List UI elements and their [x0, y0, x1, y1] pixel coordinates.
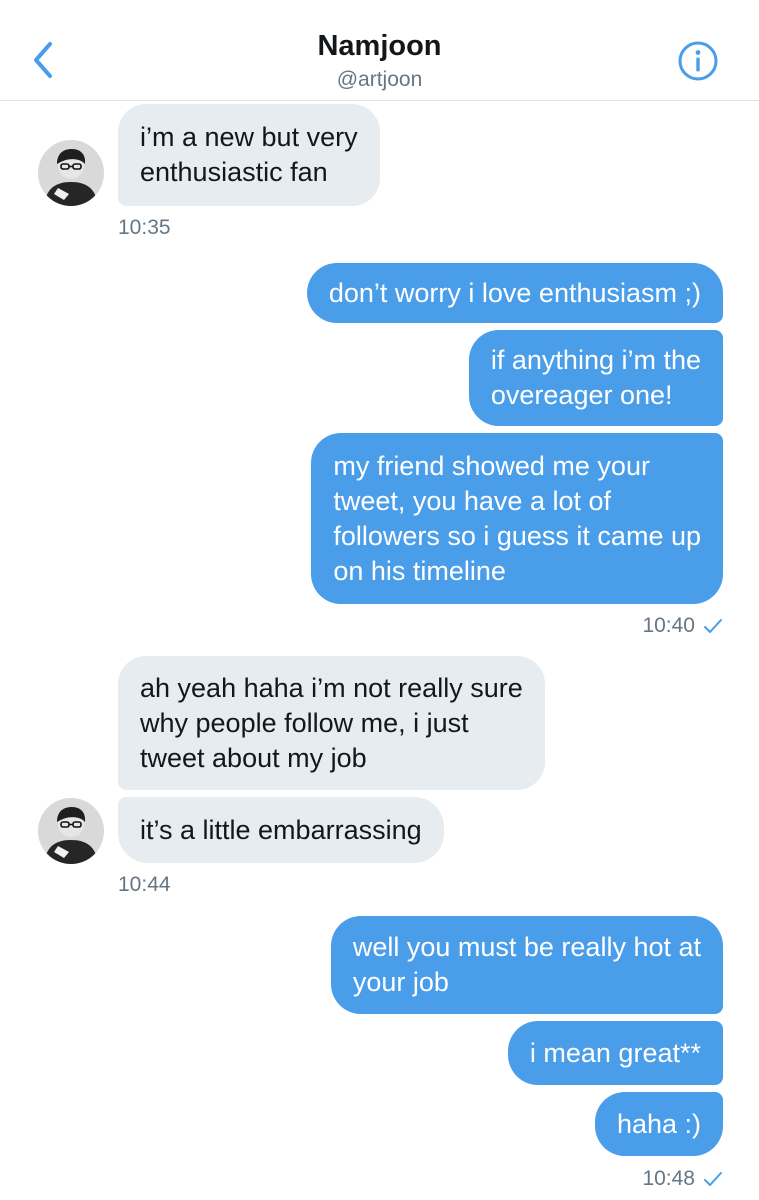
contact-avatar[interactable] [38, 140, 104, 206]
checkmark-icon [704, 1172, 722, 1186]
message-timestamp: 10:35 [118, 216, 171, 239]
message-bubble-incoming[interactable]: ah yeah haha i’m not really sure why peo… [118, 656, 545, 790]
message-line: on his timeline [333, 555, 506, 586]
message-line: tweet, you have a lot of [333, 485, 612, 516]
message-line: if anything i’m the [490, 345, 701, 375]
conversation-header: Namjoon @artjoon [0, 0, 759, 101]
message-bubble-outgoing[interactable]: i mean great** [507, 1021, 723, 1085]
avatar-image [38, 798, 104, 864]
message-bubble-incoming[interactable]: it’s a little embarrassing [118, 797, 444, 863]
message-bubble-outgoing[interactable]: don’t worry i love enthusiasm ;) [306, 263, 723, 323]
message-line: i mean great** [529, 1037, 701, 1068]
avatar-image [38, 140, 104, 206]
message-line: well you must be really hot at [352, 932, 701, 962]
message-line: enthusiastic fan [140, 157, 328, 187]
message-line: why people follow me, i just [140, 707, 469, 738]
message-line: i’m a new but very [140, 122, 358, 152]
message-line: tweet about my job [140, 742, 367, 773]
message-timestamp-read: 10:40 [642, 614, 723, 638]
message-bubble-incoming[interactable]: i’m a new but very enthusiastic fan [118, 104, 380, 206]
message-line: haha :) [616, 1108, 701, 1139]
checkmark-icon [704, 619, 722, 633]
message-timestamp: 10:44 [118, 873, 171, 896]
timestamp-text: 10:48 [642, 1167, 695, 1190]
info-icon [678, 41, 718, 81]
timestamp-text: 10:40 [642, 614, 695, 637]
message-line: overeager one! [490, 380, 673, 410]
message-bubble-outgoing[interactable]: my friend showed me your tweet, you have… [311, 433, 723, 604]
message-line: ah yeah haha i’m not really sure [140, 672, 523, 703]
message-line: your job [352, 967, 449, 997]
contact-avatar[interactable] [38, 798, 104, 864]
info-button[interactable] [677, 40, 719, 82]
message-line: followers so i guess it came up [333, 520, 701, 551]
contact-handle[interactable]: @artjoon [0, 68, 759, 92]
message-line: don’t worry i love enthusiasm ;) [328, 277, 701, 308]
message-line: my friend showed me your [333, 450, 650, 481]
contact-name[interactable]: Namjoon [0, 30, 759, 63]
message-timestamp-read: 10:48 [642, 1167, 723, 1191]
message-bubble-outgoing[interactable]: well you must be really hot at your job [330, 916, 723, 1014]
message-line: it’s a little embarrassing [140, 814, 422, 845]
message-bubble-outgoing[interactable]: haha :) [594, 1092, 723, 1156]
message-bubble-outgoing[interactable]: if anything i’m the overeager one! [468, 330, 723, 426]
